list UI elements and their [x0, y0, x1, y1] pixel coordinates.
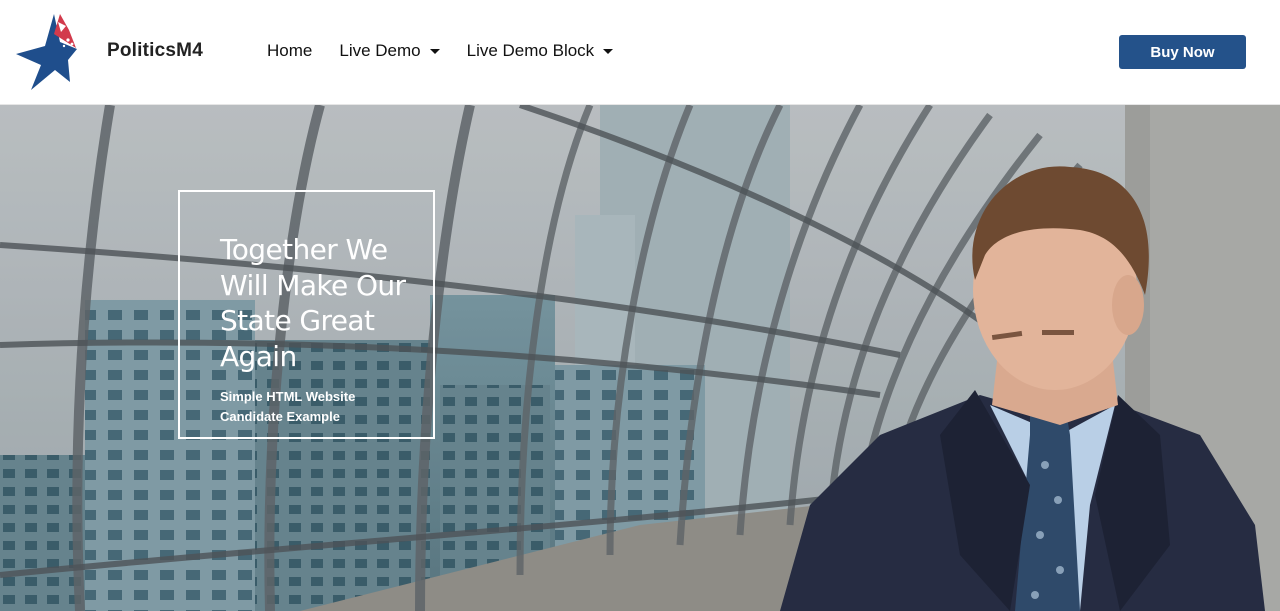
nav-home-label: Home: [267, 41, 313, 60]
buy-now-button[interactable]: Buy Now: [1119, 35, 1246, 69]
chevron-down-icon: [429, 48, 440, 54]
brand-name[interactable]: PoliticsM4: [107, 40, 203, 62]
chevron-down-icon: [603, 48, 614, 54]
hero-section: Together We Will Make Our State Great Ag…: [0, 105, 1280, 611]
nav-home[interactable]: Home: [267, 41, 312, 61]
nav-live-demo-block[interactable]: Live Demo Block: [467, 41, 614, 61]
nav-live-demo-block-label: Live Demo Block: [466, 41, 595, 60]
hero-subtitle: Simple HTML Website Candidate Example: [220, 389, 356, 424]
main-nav: Home Live Demo Live Demo Block: [267, 41, 640, 61]
hero-title: Together We Will Make Our State Great Ag…: [220, 233, 406, 373]
nav-live-demo-label: Live Demo: [339, 41, 421, 60]
nav-live-demo[interactable]: Live Demo: [339, 41, 440, 61]
top-navbar: PoliticsM4 Home Live Demo Live Demo Bloc…: [0, 0, 1280, 105]
star-flag-logo-icon[interactable]: [14, 12, 78, 92]
